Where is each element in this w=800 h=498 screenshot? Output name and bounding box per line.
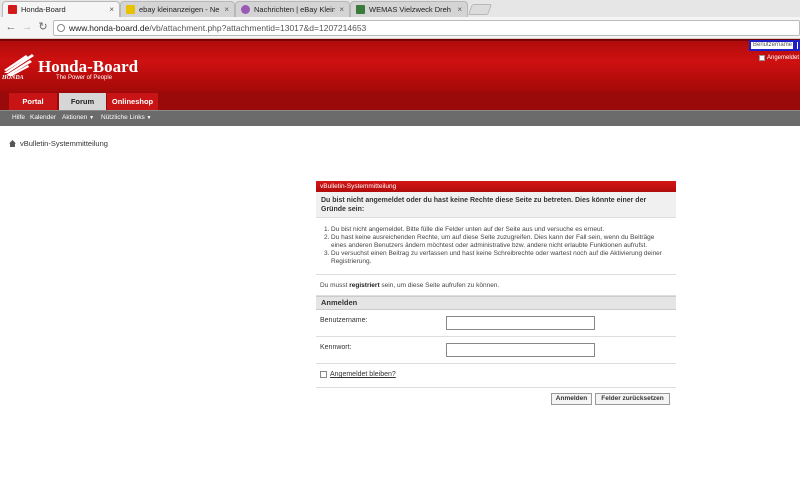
site-title[interactable]: Honda-Board	[38, 57, 138, 77]
message-header: vBulletin-Systemmitteilung	[316, 181, 676, 192]
back-arrow-icon[interactable]: ←	[4, 20, 18, 34]
tab-onlineshop[interactable]: Onlineshop	[107, 93, 158, 110]
remember-label: Angemeldet	[767, 55, 800, 61]
honda-favicon-icon	[8, 5, 17, 14]
message-title: Du bist nicht angemeldet oder du hast ke…	[316, 192, 676, 218]
remember-me-checkbox[interactable]	[320, 371, 327, 378]
browser-tab-honda-board[interactable]: Honda-Board ×	[2, 1, 120, 17]
remember-row: Angemeldet bleiben?	[316, 364, 676, 388]
register-link[interactable]: registriert	[349, 282, 379, 289]
browser-tab-wemas[interactable]: WEMAS Vielzweck Dreh ×	[350, 1, 468, 17]
url-path: /vb/attachment.php?attachmentid=13017&d=…	[149, 23, 367, 33]
login-section-title: Anmelden	[316, 296, 676, 310]
header-password-input[interactable]	[795, 40, 800, 51]
breadcrumb-current: vBulletin-Systemmitteilung	[20, 139, 108, 148]
browser-tab-nachrichten[interactable]: Nachrichten | eBay Klein ×	[235, 1, 350, 17]
list-item: 1. Du bist nicht angemeldet. Bitte fülle …	[324, 226, 605, 233]
remember-checkbox[interactable]	[759, 55, 765, 61]
address-bar[interactable]: www.honda-board.de/vb/attachment.php?att…	[53, 20, 800, 36]
subnav-nuetzliche-links[interactable]: Nützliche Links ▼	[101, 111, 151, 125]
close-icon[interactable]: ×	[109, 5, 114, 14]
header-username-input[interactable]: Benutzername	[749, 40, 795, 51]
reload-icon[interactable]: ↻	[36, 20, 50, 34]
new-tab-button[interactable]	[467, 4, 493, 15]
reason-list: 1. Du bist nicht angemeldet. Bitte fülle …	[316, 218, 676, 275]
honda-wing-logo-icon[interactable]	[2, 51, 36, 77]
chevron-down-icon: ▼	[146, 115, 152, 121]
honda-brand-text: HONDA	[2, 75, 24, 81]
remember-me-label[interactable]: Angemeldet bleiben?	[330, 371, 396, 378]
username-row: Benutzername:	[316, 310, 676, 337]
reason-text: Du versuchst einen Beitrag zu verfassen …	[331, 250, 662, 265]
shop-favicon-icon	[356, 5, 365, 14]
sub-nav: Hilfe Kalender Aktionen ▼ Nützliche Link…	[0, 110, 800, 126]
list-item: 3. Du versuchst einen Beitrag zu verfasse…	[324, 250, 671, 266]
page-info-icon[interactable]	[57, 24, 65, 32]
url-domain: www.honda-board.de	[69, 23, 150, 33]
close-icon[interactable]: ×	[224, 5, 229, 14]
browser-toolbar: ← → ↻ www.honda-board.de/vb/attachment.p…	[0, 17, 800, 39]
password-row: Kennwort:	[316, 337, 676, 364]
registration-note: Du musst registriert sein, um diese Seit…	[316, 275, 676, 296]
chevron-down-icon: ▼	[89, 115, 95, 121]
subnav-kalender[interactable]: Kalender	[30, 111, 56, 125]
subnav-links-label: Nützliche Links	[101, 114, 145, 121]
main-nav: Portal Forum Onlineshop	[0, 92, 800, 110]
tab-label: WEMAS Vielzweck Dreh	[369, 5, 451, 14]
header-remember[interactable]: Angemeldet	[759, 55, 799, 61]
form-buttons: Anmelden Felder zurücksetzen	[316, 388, 676, 408]
tab-label: ebay kleinanzeigen - Ne	[139, 5, 220, 14]
browser-tab-strip: Honda-Board × ebay kleinanzeigen - Ne × …	[0, 0, 800, 17]
password-input[interactable]	[446, 343, 595, 357]
note-text: Du musst	[320, 282, 350, 289]
system-message-box: vBulletin-Systemmitteilung Du bist nicht…	[316, 181, 676, 434]
tab-label: Nachrichten | eBay Klein	[254, 5, 336, 14]
username-input[interactable]	[446, 316, 595, 330]
subnav-hilfe[interactable]: Hilfe	[12, 111, 25, 125]
message-favicon-icon	[241, 5, 250, 14]
checkmark-favicon-icon	[126, 5, 135, 14]
reason-text: Du hast keine ausreichenden Rechte, um a…	[331, 234, 655, 249]
tab-label: Honda-Board	[21, 5, 66, 14]
close-icon[interactable]: ×	[339, 5, 344, 14]
site-header: HONDA Honda-Board The Power of People	[0, 39, 800, 92]
list-item: 2. Du hast keine ausreichenden Rechte, um…	[324, 234, 671, 250]
home-icon[interactable]	[9, 140, 16, 147]
reason-text: Du bist nicht angemeldet. Bitte fülle di…	[331, 226, 605, 233]
username-label: Benutzername:	[320, 317, 368, 324]
tab-forum[interactable]: Forum	[59, 93, 106, 110]
subnav-aktionen[interactable]: Aktionen ▼	[62, 111, 94, 125]
tab-portal[interactable]: Portal	[9, 93, 57, 110]
note-text: sein, um diese Seite aufrufen zu können.	[379, 282, 500, 289]
site-tagline: The Power of People	[56, 75, 113, 81]
reset-fields-button[interactable]: Felder zurücksetzen	[595, 393, 670, 405]
close-icon[interactable]: ×	[457, 5, 462, 14]
password-label: Kennwort:	[320, 344, 352, 351]
breadcrumb: vBulletin-Systemmitteilung	[9, 139, 108, 148]
subnav-aktionen-label: Aktionen	[62, 114, 88, 121]
forward-arrow-icon[interactable]: →	[20, 20, 34, 34]
login-button[interactable]: Anmelden	[551, 393, 592, 405]
browser-tab-ebay[interactable]: ebay kleinanzeigen - Ne ×	[120, 1, 235, 17]
